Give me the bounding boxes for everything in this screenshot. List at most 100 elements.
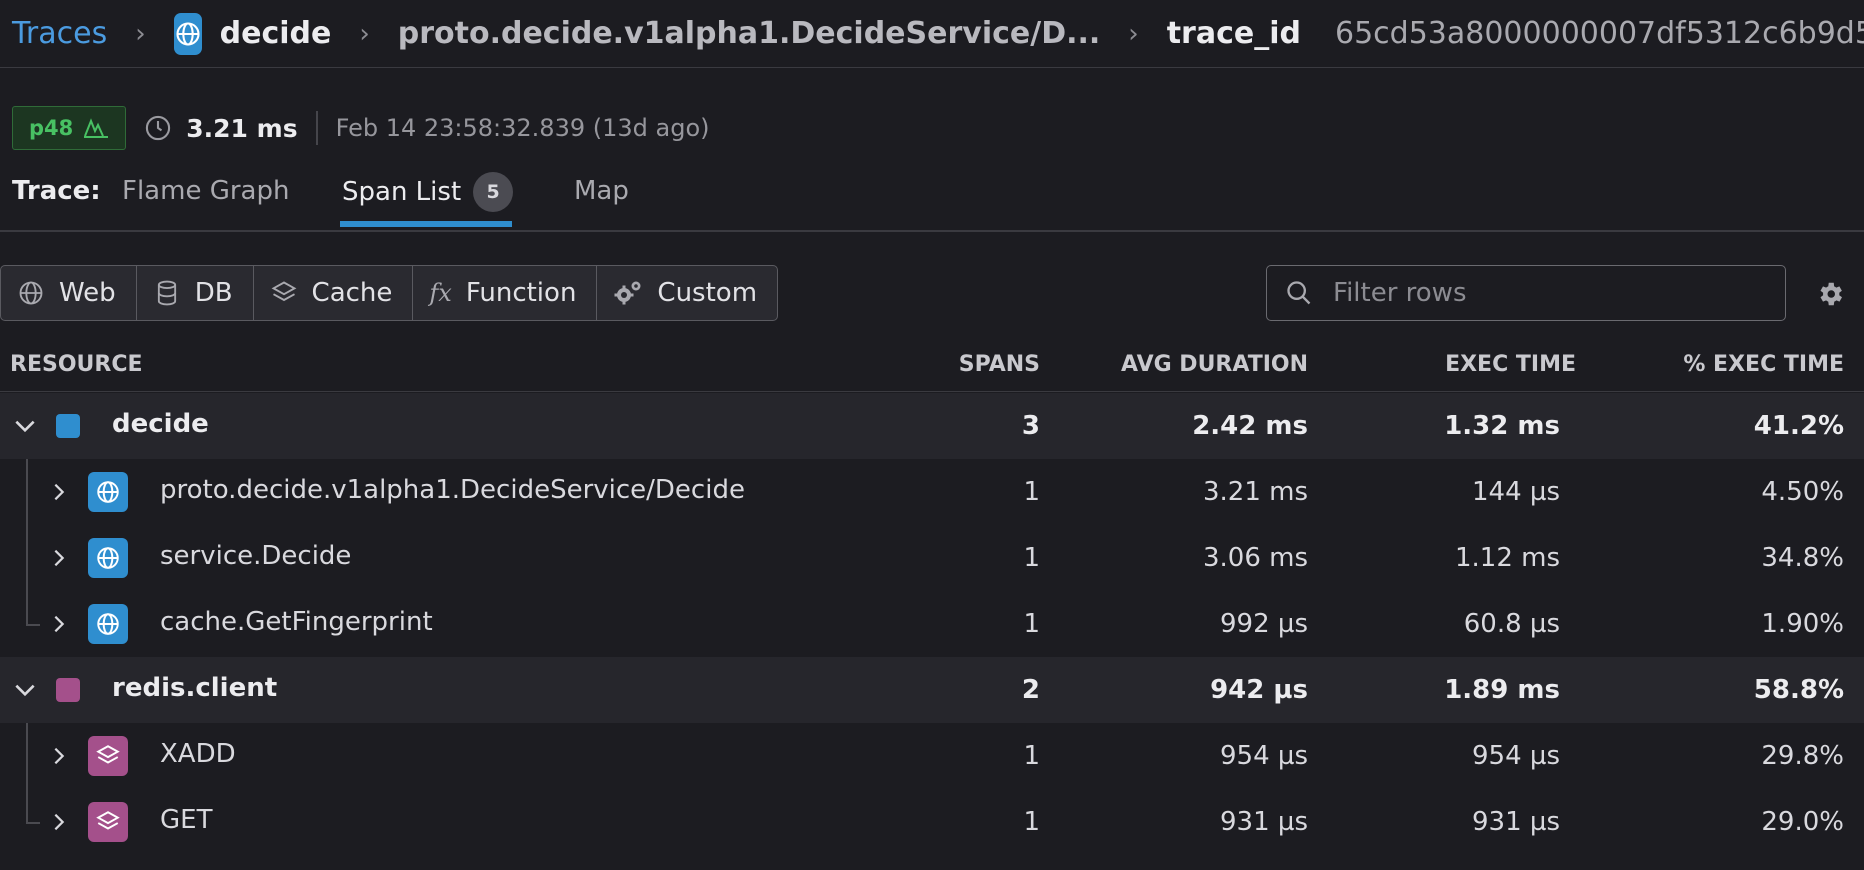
gear-icon[interactable]	[1815, 279, 1845, 309]
percentile-badge[interactable]: p48	[12, 106, 127, 150]
table-row[interactable]: service.Decide 1 3.06 ms 1.12 ms 34.8%	[0, 525, 1864, 591]
percentile-label: p48	[29, 116, 74, 140]
filter-db-label: DB	[194, 278, 233, 308]
divider	[315, 111, 318, 145]
table-row[interactable]: XADD 1 954 µs 954 µs 29.8%	[0, 723, 1864, 789]
trace-duration: 3.21 ms	[186, 113, 298, 143]
avg-duration-cell: 954 µs	[1220, 741, 1308, 771]
group-name: redis.client	[112, 673, 278, 703]
avg-duration-cell: 3.06 ms	[1202, 543, 1308, 573]
spans-cell: 1	[1023, 477, 1040, 507]
exec-time-cell: 1.89 ms	[1444, 675, 1560, 705]
tabs-label: Trace:	[12, 176, 101, 206]
filter-function-button[interactable]: fx Function	[413, 266, 598, 320]
resource-name: XADD	[160, 739, 236, 769]
pct-exec-time-cell: 1.90%	[1761, 609, 1844, 639]
chevron-right-icon[interactable]	[48, 545, 70, 571]
trace-id-value: 65cd53a8000000007df5312c6b9d551d	[1334, 16, 1864, 51]
spans-cell: 2	[1021, 675, 1040, 705]
breadcrumb: Traces › decide › proto.decide.v1alpha1.…	[0, 0, 1864, 68]
spans-cell: 1	[1023, 807, 1040, 837]
exec-time-cell: 144 µs	[1472, 477, 1560, 507]
trace-id-label: trace_id	[1166, 16, 1301, 51]
filter-cache-button[interactable]: Cache	[254, 266, 414, 320]
pct-exec-time-cell: 34.8%	[1761, 543, 1844, 573]
filter-rows-box	[1266, 265, 1786, 321]
chevron-down-icon[interactable]	[12, 677, 38, 703]
resource-name: service.Decide	[160, 541, 352, 571]
pct-exec-time-cell: 29.8%	[1761, 741, 1844, 771]
exec-time-cell: 60.8 µs	[1463, 609, 1560, 639]
filter-db-button[interactable]: DB	[137, 266, 254, 320]
spans-cell: 1	[1023, 741, 1040, 771]
breadcrumb-service[interactable]: decide	[220, 16, 332, 51]
column-header-resource[interactable]: RESOURCE	[10, 352, 143, 377]
tab-flame-graph[interactable]: Flame Graph	[122, 176, 289, 206]
avg-duration-cell: 3.21 ms	[1202, 477, 1308, 507]
pct-exec-time-cell: 4.50%	[1761, 477, 1844, 507]
column-header-avg-duration[interactable]: AVG DURATION	[1121, 352, 1308, 377]
breadcrumb-traces-link[interactable]: Traces	[12, 16, 107, 51]
column-header-spans[interactable]: SPANS	[959, 352, 1040, 377]
chevron-down-icon[interactable]	[12, 413, 38, 439]
tab-map[interactable]: Map	[574, 176, 629, 206]
filter-web-button[interactable]: Web	[1, 266, 137, 320]
layers-icon	[271, 281, 296, 302]
filter-web-label: Web	[59, 278, 116, 308]
pct-exec-time-cell: 58.8%	[1753, 675, 1844, 705]
chevron-right-icon: ›	[135, 18, 146, 49]
filter-custom-button[interactable]: Custom	[597, 266, 777, 320]
column-header-pct-exec-time[interactable]: % EXEC TIME	[1683, 352, 1844, 377]
function-icon: fx	[429, 279, 452, 307]
resource-name: GET	[160, 805, 213, 835]
table-header: RESOURCE SPANS AVG DURATION EXEC TIME % …	[0, 338, 1864, 392]
table-row[interactable]: proto.decide.v1alpha1.DecideService/Deci…	[0, 459, 1864, 525]
chevron-right-icon[interactable]	[48, 743, 70, 769]
tab-span-list-label: Span List	[342, 177, 462, 207]
globe-icon	[88, 538, 128, 578]
globe-icon	[88, 604, 128, 644]
chevron-right-icon[interactable]	[48, 611, 70, 637]
spans-cell: 1	[1023, 543, 1040, 573]
table-group-row[interactable]: decide 3 2.42 ms 1.32 ms 41.2%	[0, 393, 1864, 459]
avg-duration-cell: 992 µs	[1220, 609, 1308, 639]
exec-time-cell: 1.32 ms	[1444, 411, 1560, 441]
layers-icon	[88, 736, 128, 776]
chevron-right-icon: ›	[1128, 18, 1139, 49]
gears-icon	[614, 281, 641, 305]
group-name: decide	[112, 409, 209, 439]
avg-duration-cell: 2.42 ms	[1192, 411, 1308, 441]
chevron-right-icon[interactable]	[48, 809, 70, 835]
distribution-icon	[84, 118, 109, 138]
exec-time-cell: 1.12 ms	[1454, 543, 1560, 573]
column-header-exec-time[interactable]: EXEC TIME	[1445, 352, 1576, 377]
breadcrumb-resource[interactable]: proto.decide.v1alpha1.DecideService/D...	[398, 16, 1101, 51]
database-icon	[157, 280, 176, 306]
filter-cache-label: Cache	[311, 278, 393, 308]
active-tab-indicator	[340, 221, 512, 227]
avg-duration-cell: 942 µs	[1210, 675, 1308, 705]
filter-function-label: Function	[465, 278, 577, 308]
search-icon	[1287, 281, 1311, 305]
pct-exec-time-cell: 29.0%	[1761, 807, 1844, 837]
avg-duration-cell: 931 µs	[1220, 807, 1308, 837]
resource-name: proto.decide.v1alpha1.DecideService/Deci…	[160, 475, 745, 505]
table-group-row[interactable]: redis.client 2 942 µs 1.89 ms 58.8%	[0, 657, 1864, 723]
service-color-swatch	[56, 678, 80, 702]
span-count-badge: 5	[473, 172, 514, 212]
chevron-right-icon[interactable]	[48, 479, 70, 505]
globe-icon	[88, 472, 128, 512]
filter-rows-input[interactable]	[1331, 277, 1751, 309]
trace-timestamp: Feb 14 23:58:32.839 (13d ago)	[335, 114, 710, 142]
globe-icon	[19, 281, 43, 305]
span-type-filter: Web DB Cache fx Function Custom	[0, 265, 779, 321]
tab-span-list[interactable]: Span List 5	[342, 172, 514, 212]
trace-info: p48 3.21 ms Feb 14 23:58:32.839 (13d ago…	[12, 106, 710, 150]
table-row[interactable]: cache.GetFingerprint 1 992 µs 60.8 µs 1.…	[0, 591, 1864, 657]
resource-name: cache.GetFingerprint	[160, 607, 433, 637]
spans-cell: 3	[1021, 411, 1040, 441]
table-row[interactable]: GET 1 931 µs 931 µs 29.0%	[0, 789, 1864, 855]
globe-icon	[173, 12, 202, 55]
chevron-right-icon: ›	[359, 18, 370, 49]
trace-tabs: Trace: Flame Graph Span List 5 Map	[0, 168, 1864, 232]
